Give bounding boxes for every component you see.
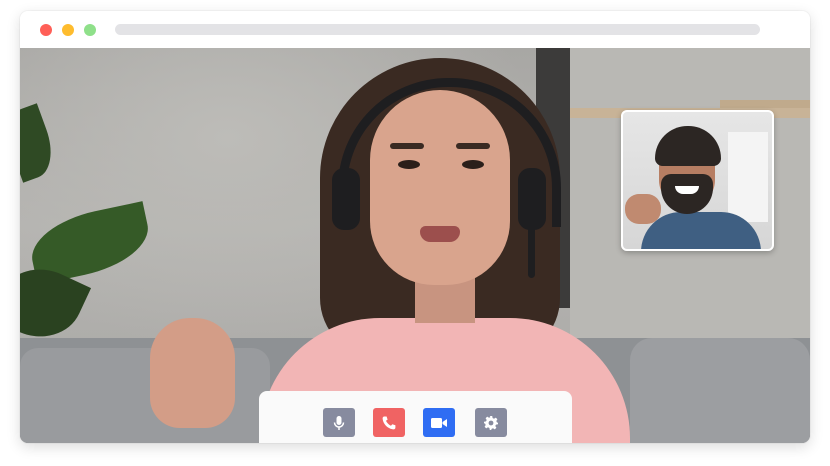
self-view-thumbnail[interactable] — [621, 110, 774, 251]
pip-hand — [625, 194, 661, 224]
minimize-window-button[interactable] — [62, 24, 74, 36]
headset-microphone — [528, 218, 535, 278]
main-video-feed — [20, 48, 810, 443]
settings-button[interactable] — [475, 408, 507, 437]
microphone-icon — [332, 415, 346, 431]
headset-earcup-left — [332, 168, 360, 230]
address-bar[interactable] — [115, 24, 760, 35]
phone-icon — [381, 415, 397, 431]
mute-button[interactable] — [323, 408, 355, 437]
sofa-cushion-right — [630, 338, 810, 443]
video-camera-icon — [430, 416, 448, 430]
participant-hand — [150, 318, 235, 428]
pip-background-window — [728, 132, 768, 222]
pip-shirt — [641, 212, 761, 249]
toggle-video-button[interactable] — [423, 408, 455, 437]
maximize-window-button[interactable] — [84, 24, 96, 36]
pip-beard — [661, 174, 713, 214]
close-window-button[interactable] — [40, 24, 52, 36]
end-call-button[interactable] — [373, 408, 405, 437]
gear-icon — [483, 415, 499, 431]
pip-hair — [655, 126, 721, 166]
browser-titlebar — [20, 11, 810, 48]
video-call-window — [20, 11, 810, 443]
participant-mouth — [420, 226, 460, 242]
background-shelf-top — [720, 100, 810, 108]
call-controls-bar — [259, 391, 572, 443]
